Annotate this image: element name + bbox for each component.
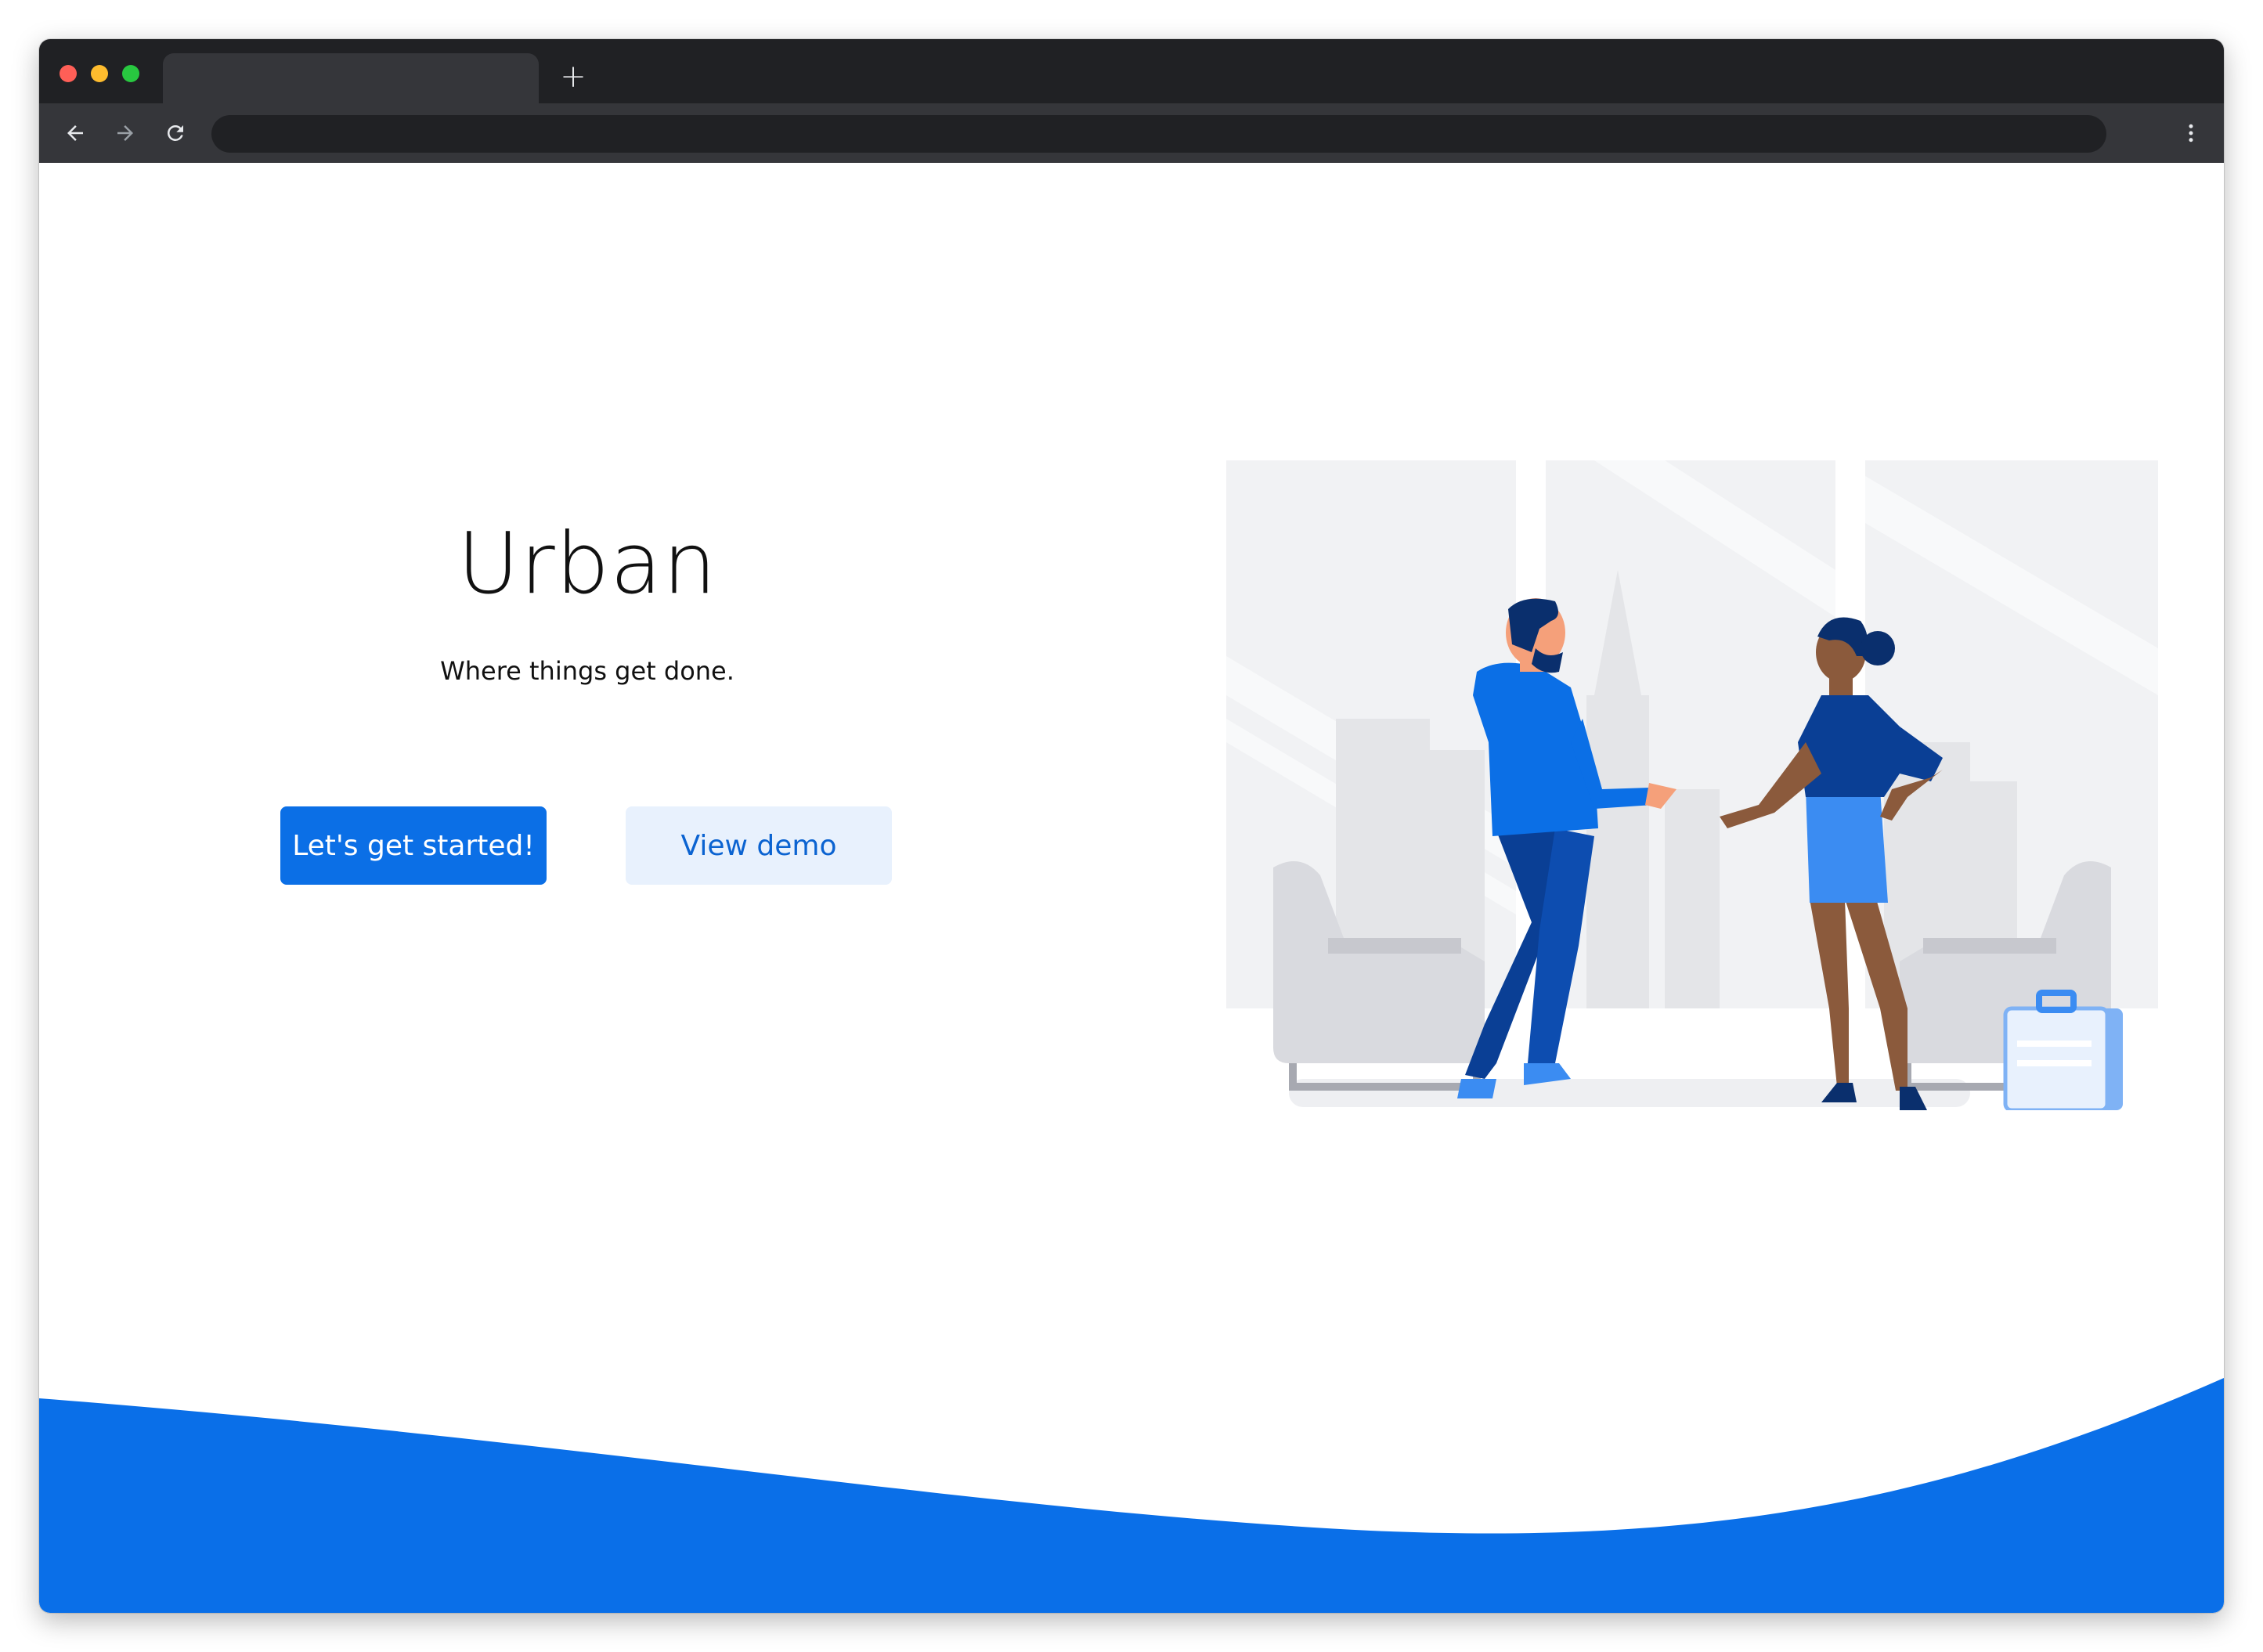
page-title: Urban — [457, 515, 717, 613]
back-arrow-icon — [67, 125, 83, 141]
address-bar[interactable] — [211, 115, 2106, 153]
browser-tab[interactable] — [163, 53, 539, 103]
close-window-button[interactable] — [60, 65, 77, 82]
reload-icon — [167, 125, 183, 141]
building — [1665, 789, 1720, 1008]
forward-button[interactable] — [105, 113, 146, 153]
reload-button[interactable] — [155, 113, 196, 153]
more-vert-icon — [2189, 124, 2193, 142]
browser-window: + Urban Where things get done. Let's get… — [39, 39, 2224, 1613]
back-button[interactable] — [55, 113, 96, 153]
footer-wave — [39, 1378, 2224, 1613]
browser-menu-button[interactable] — [2171, 113, 2211, 153]
browser-tab-bar: + — [39, 39, 2224, 103]
maximize-window-button[interactable] — [122, 65, 139, 82]
page-content: Urban Where things get done. Let's get s… — [39, 163, 2224, 1613]
browser-toolbar — [39, 103, 2224, 163]
view-demo-button[interactable]: View demo — [626, 806, 892, 885]
suitcase-icon — [2003, 990, 2123, 1110]
plus-icon: + — [560, 59, 587, 95]
minimize-window-button[interactable] — [91, 65, 108, 82]
page-subtitle: Where things get done. — [440, 656, 734, 686]
get-started-button[interactable]: Let's get started! — [280, 806, 547, 885]
hero-illustration — [1226, 460, 2158, 1110]
new-tab-button[interactable]: + — [558, 60, 589, 94]
forward-arrow-icon — [117, 125, 133, 141]
